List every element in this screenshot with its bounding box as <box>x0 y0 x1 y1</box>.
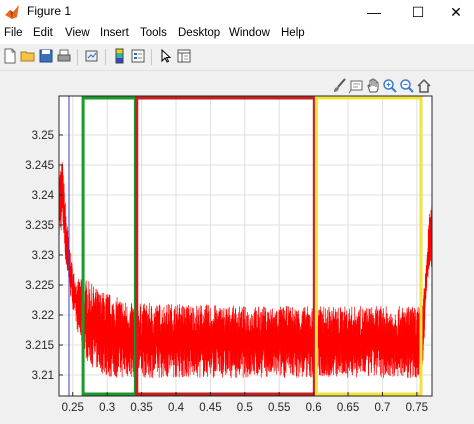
y-tick-label: 3.215 <box>25 340 54 352</box>
plot-axes[interactable]: 0.25 0.3 0.35 0.4 0.45 0.5 0.55 0.6 0.65 0.7 0.75 … <box>0 0 474 424</box>
x-tick-label: 0.35 <box>130 402 152 414</box>
x-tick-label: 0.45 <box>199 402 221 414</box>
y-tick-label: 3.24 <box>32 190 55 202</box>
y-tick-label: 3.225 <box>25 280 54 292</box>
x-tick-label: 0.4 <box>168 402 185 414</box>
y-tick-label: 3.21 <box>32 370 54 382</box>
x-tick-label: 0.25 <box>62 402 84 414</box>
x-tick-label: 0.55 <box>268 402 290 414</box>
y-axis: 3.21 3.215 3.22 3.225 3.23 3.235 3.24 3.245 3.25 <box>25 130 63 382</box>
x-tick-label: 0.65 <box>337 402 359 414</box>
y-tick-label: 3.25 <box>32 130 54 142</box>
y-tick-label: 3.235 <box>25 220 54 232</box>
x-tick-label: 0.75 <box>406 402 428 414</box>
x-tick-label: 0.3 <box>99 402 115 414</box>
y-tick-label: 3.23 <box>32 250 54 262</box>
y-tick-label: 3.22 <box>32 310 54 322</box>
x-tick-label: 0.7 <box>374 402 390 414</box>
y-tick-label: 3.245 <box>25 160 54 172</box>
x-tick-label: 0.6 <box>306 402 322 414</box>
x-tick-label: 0.5 <box>237 402 253 414</box>
